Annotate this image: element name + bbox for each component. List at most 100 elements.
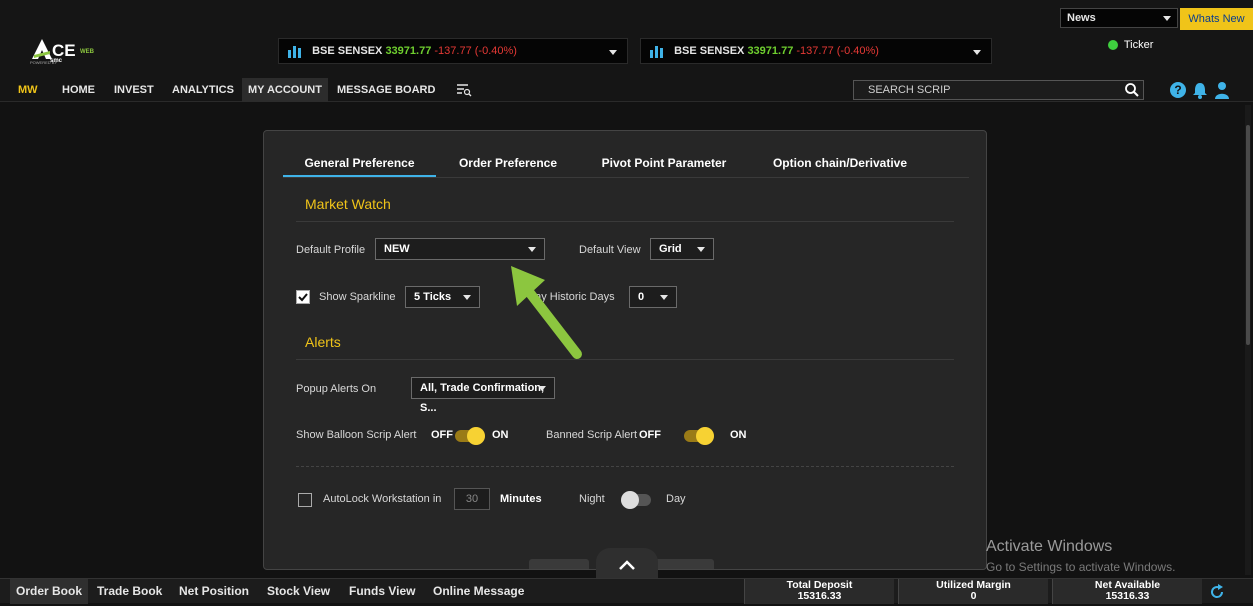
popup-alerts-value: All, Trade Confirmation, S... [420,382,545,414]
tab-order-preference[interactable]: Order Preference [452,149,564,177]
chevron-down-icon[interactable] [973,50,981,55]
sparkline-ticks-select[interactable]: 5 Ticks [405,286,480,308]
banned-on-label: ON [730,429,747,441]
refresh-icon[interactable] [1208,583,1226,601]
index-ticker-1[interactable]: BSE SENSEX 33971.77 -137.77 (-0.40%) [278,38,628,64]
chart-bars-icon [650,46,663,59]
tab-general-preference[interactable]: General Preference [283,149,436,177]
ticker-value: 33971.77 [385,45,432,57]
nav-item-message-board[interactable]: MESSAGE BOARD [337,78,435,102]
chart-bars-icon [288,46,301,59]
ticker-change: -137.77 [796,45,834,57]
night-day-toggle[interactable] [621,491,651,509]
scrollbar[interactable] [1245,105,1251,575]
bottom-tab-funds-view[interactable]: Funds View [349,579,415,604]
bottom-tab-online-message[interactable]: Online Message [433,579,524,604]
banned-off-label: OFF [639,429,661,441]
default-profile-label: Default Profile [296,244,366,256]
ticker-label: Ticker [1123,39,1154,51]
news-select[interactable]: News [1060,8,1178,28]
windows-watermark-subtitle: Go to Settings to activate Windows. [986,560,1176,574]
section-market-watch: Market Watch [305,196,391,212]
balloon-alert-label: Show Balloon Scrip Alert [296,429,417,441]
bottom-tab-trade-book[interactable]: Trade Book [97,579,162,604]
popup-alerts-select[interactable]: All, Trade Confirmation, S... [411,377,555,414]
annotation-arrow-icon [511,266,582,359]
news-select-value: News [1067,12,1096,24]
bell-icon[interactable] [1192,81,1208,99]
autolock-label: AutoLock Workstation in [323,493,442,505]
stat-value: 15316.33 [1105,590,1150,602]
chevron-up-icon [619,560,635,570]
user-icon[interactable] [1214,81,1230,99]
bottom-bar: Order Book Trade Book Net Position Stock… [0,578,1253,604]
tab-pivot-point-parameter[interactable]: Pivot Point Parameter [594,149,734,177]
stat-total-deposit: Total Deposit 15316.33 [744,579,894,604]
whats-new-label: Whats New [1188,13,1245,25]
toggle-knob [621,491,639,509]
nav-item-invest[interactable]: INVEST [114,78,154,102]
autolock-minutes-input[interactable]: 30 [454,488,490,510]
banned-alert-toggle[interactable] [684,427,714,445]
section-divider [296,359,954,360]
chevron-down-icon [463,295,471,300]
show-sparkline-label: Show Sparkline [319,291,396,303]
chevron-down-icon [538,386,546,391]
default-view-value: Grid [659,243,682,255]
sparkline-ticks-value: 5 Ticks [414,291,452,303]
windows-watermark-title: Activate Windows [986,538,1113,555]
default-profile-value: NEW [384,243,410,255]
index-ticker-2[interactable]: BSE SENSEX 33971.77 -137.77 (-0.40%) [640,38,992,64]
status-dot-icon [1108,40,1118,51]
panel-bottom-tab-right [654,559,714,569]
autolock-minutes-value: 30 [465,493,479,505]
stat-utilized-margin: Utilized Margin 0 [898,579,1048,604]
section-divider [296,221,954,222]
autolock-checkbox[interactable] [298,493,312,507]
ticker-pct: (-0.40%) [474,45,517,57]
search-list-icon[interactable] [456,83,472,97]
chevron-down-icon [528,247,536,252]
nav-item-mw[interactable]: MW [18,78,38,102]
whats-new-button[interactable]: Whats New [1180,8,1253,30]
ace-logo: CE WEB POWERED BY smc [30,38,100,68]
autolock-unit: Minutes [500,493,542,505]
nav-item-home[interactable]: HOME [62,78,95,102]
balloon-off-label: OFF [431,429,453,441]
popup-alerts-label: Popup Alerts On [296,383,377,395]
night-label: Night [579,493,605,505]
balloon-alert-toggle[interactable] [455,427,485,445]
bottom-tab-net-position[interactable]: Net Position [179,579,249,604]
main-nav: MW HOME INVEST ANALYTICS MY ACCOUNT MESS… [0,78,1253,102]
stat-value: 0 [970,590,977,602]
bottom-tab-stock-view[interactable]: Stock View [267,579,330,604]
banned-alert-label: Banned Scrip Alert [546,429,638,441]
show-sparkline-checkbox[interactable] [296,290,310,304]
default-view-select[interactable]: Grid [650,238,714,260]
tabs-divider [283,177,969,178]
default-profile-select[interactable]: NEW [375,238,545,260]
nav-item-my-account[interactable]: MY ACCOUNT [242,78,328,102]
ticker-pct: (-0.40%) [836,45,879,57]
ticker-toggle[interactable]: Ticker [1108,38,1153,52]
ticker-value: 33971.77 [747,45,794,57]
ace-logo-mark [32,39,52,59]
historic-days-select[interactable]: 0 [629,286,677,308]
default-view-label: Default View [579,244,641,256]
logo-sub: WEB [80,49,94,55]
collapse-button[interactable] [596,548,658,578]
search-icon[interactable] [1121,81,1143,99]
section-alerts: Alerts [305,334,341,350]
toggle-knob [467,427,485,445]
chevron-down-icon[interactable] [609,50,617,55]
stat-value: 15316.33 [797,590,842,602]
search-scrip-input[interactable]: SEARCH SCRIP [853,80,1144,100]
bottom-tab-order-book[interactable]: Order Book [10,579,89,604]
scrollbar-thumb[interactable] [1246,125,1250,345]
tab-option-chain[interactable]: Option chain/Derivative [760,149,920,177]
help-icon[interactable]: ? [1170,82,1186,98]
ticker-change: -137.77 [434,45,472,57]
ticker-name: BSE SENSEX [312,45,383,57]
nav-item-analytics[interactable]: ANALYTICS [172,78,234,102]
preferences-panel: General Preference Order Preference Pivo… [263,130,987,570]
